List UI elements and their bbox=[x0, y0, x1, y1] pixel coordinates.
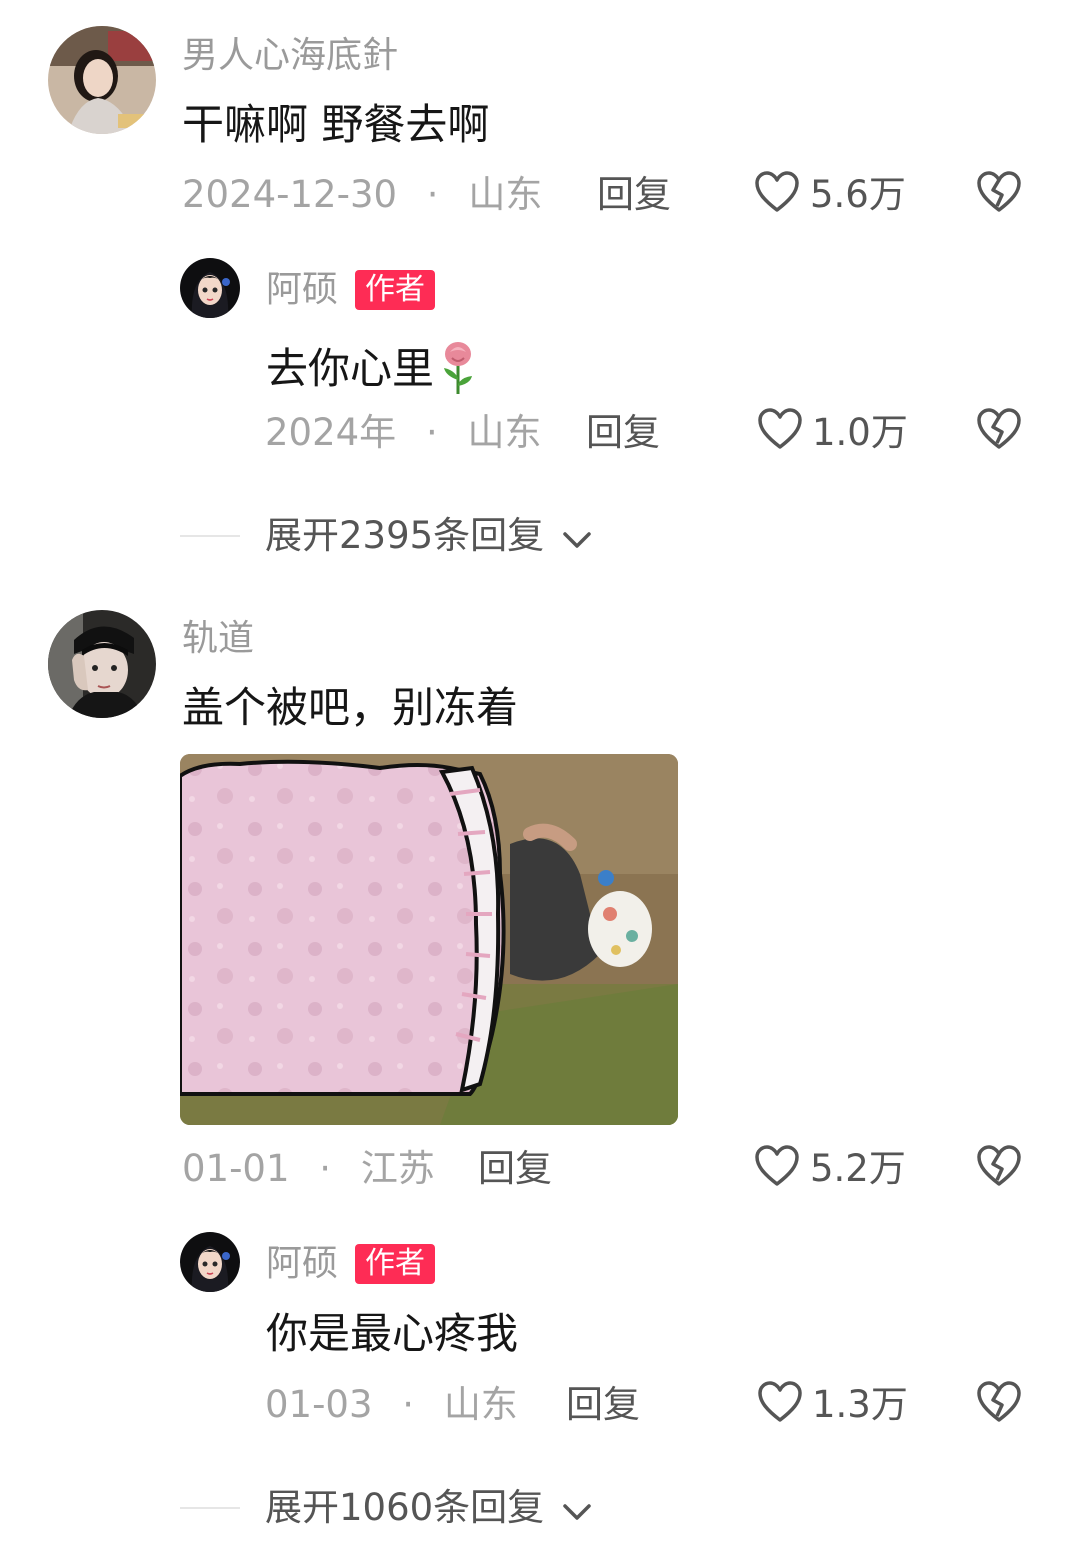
dislike-heart-icon[interactable] bbox=[976, 1380, 1022, 1424]
separator: · bbox=[425, 411, 438, 454]
divider bbox=[180, 535, 240, 537]
heart-icon[interactable] bbox=[757, 407, 803, 451]
comment-meta: 2024-12-30 · 山东 bbox=[182, 176, 542, 213]
like-count: 5.6万 bbox=[810, 173, 906, 216]
comment-image[interactable] bbox=[180, 754, 678, 1125]
author-badge: 作者 bbox=[355, 1244, 435, 1284]
divider bbox=[180, 1507, 240, 1509]
reply-button[interactable]: 回复 bbox=[478, 1150, 552, 1187]
reply-button[interactable]: 回复 bbox=[597, 176, 671, 213]
like-count: 1.0万 bbox=[812, 411, 908, 454]
reply-location: 山东 bbox=[467, 411, 542, 454]
comment-location: 江苏 bbox=[360, 1147, 435, 1190]
reply-button[interactable]: 回复 bbox=[586, 414, 660, 451]
comment-text: 干嘛啊 野餐去啊 bbox=[182, 100, 490, 149]
heart-icon[interactable] bbox=[757, 1380, 803, 1424]
username[interactable]: 阿硕 bbox=[266, 272, 338, 308]
comment-meta: 01-01 · 江苏 bbox=[182, 1150, 435, 1187]
username[interactable]: 男人心海底針 bbox=[182, 38, 398, 74]
reply-text: 你是最心疼我 bbox=[266, 1309, 519, 1358]
dislike-heart-icon[interactable] bbox=[976, 407, 1022, 451]
reply-text-content: 去你心里 bbox=[266, 344, 435, 393]
author-badge: 作者 bbox=[355, 270, 435, 310]
username[interactable]: 轨道 bbox=[182, 621, 254, 657]
like-count: 1.3万 bbox=[812, 1383, 908, 1426]
dislike-heart-icon[interactable] bbox=[976, 1144, 1022, 1188]
avatar[interactable] bbox=[48, 610, 156, 718]
heart-icon[interactable] bbox=[754, 170, 800, 214]
dislike-heart-icon[interactable] bbox=[976, 170, 1022, 214]
reply-date: 2024年 bbox=[265, 411, 397, 454]
reply-meta: 2024年 · 山东 bbox=[265, 414, 541, 451]
avatar[interactable] bbox=[180, 258, 240, 318]
expand-replies-button[interactable]: 展开2395条回复 bbox=[265, 517, 592, 556]
avatar-image bbox=[180, 258, 240, 318]
separator: · bbox=[319, 1147, 332, 1190]
reply-meta: 01-03 · 山东 bbox=[265, 1386, 518, 1423]
heart-icon[interactable] bbox=[754, 1144, 800, 1188]
avatar[interactable] bbox=[48, 26, 156, 134]
reply-text: 去你心里 bbox=[266, 340, 478, 403]
chevron-down-icon bbox=[562, 1491, 592, 1528]
expand-replies-label: 展开2395条回复 bbox=[265, 514, 545, 557]
expand-replies-button[interactable]: 展开1060条回复 bbox=[265, 1489, 592, 1528]
reply-location: 山东 bbox=[443, 1383, 518, 1426]
separator: · bbox=[426, 173, 439, 216]
comment-date: 01-01 bbox=[182, 1147, 290, 1190]
reply-button[interactable]: 回复 bbox=[566, 1386, 640, 1423]
comment-text: 盖个被吧，别冻着 bbox=[182, 683, 519, 732]
avatar-image bbox=[48, 26, 156, 134]
comment-date: 2024-12-30 bbox=[182, 173, 398, 216]
separator: · bbox=[402, 1383, 415, 1426]
chevron-down-icon bbox=[562, 519, 592, 556]
rose-emoji bbox=[438, 340, 478, 403]
expand-replies-label: 展开1060条回复 bbox=[265, 1486, 545, 1529]
avatar-image bbox=[180, 1232, 240, 1292]
reply-date: 01-03 bbox=[265, 1383, 373, 1426]
username[interactable]: 阿硕 bbox=[266, 1246, 338, 1282]
like-count: 5.2万 bbox=[810, 1147, 906, 1190]
avatar[interactable] bbox=[180, 1232, 240, 1292]
comment-location: 山东 bbox=[468, 173, 543, 216]
avatar-image bbox=[48, 610, 156, 718]
